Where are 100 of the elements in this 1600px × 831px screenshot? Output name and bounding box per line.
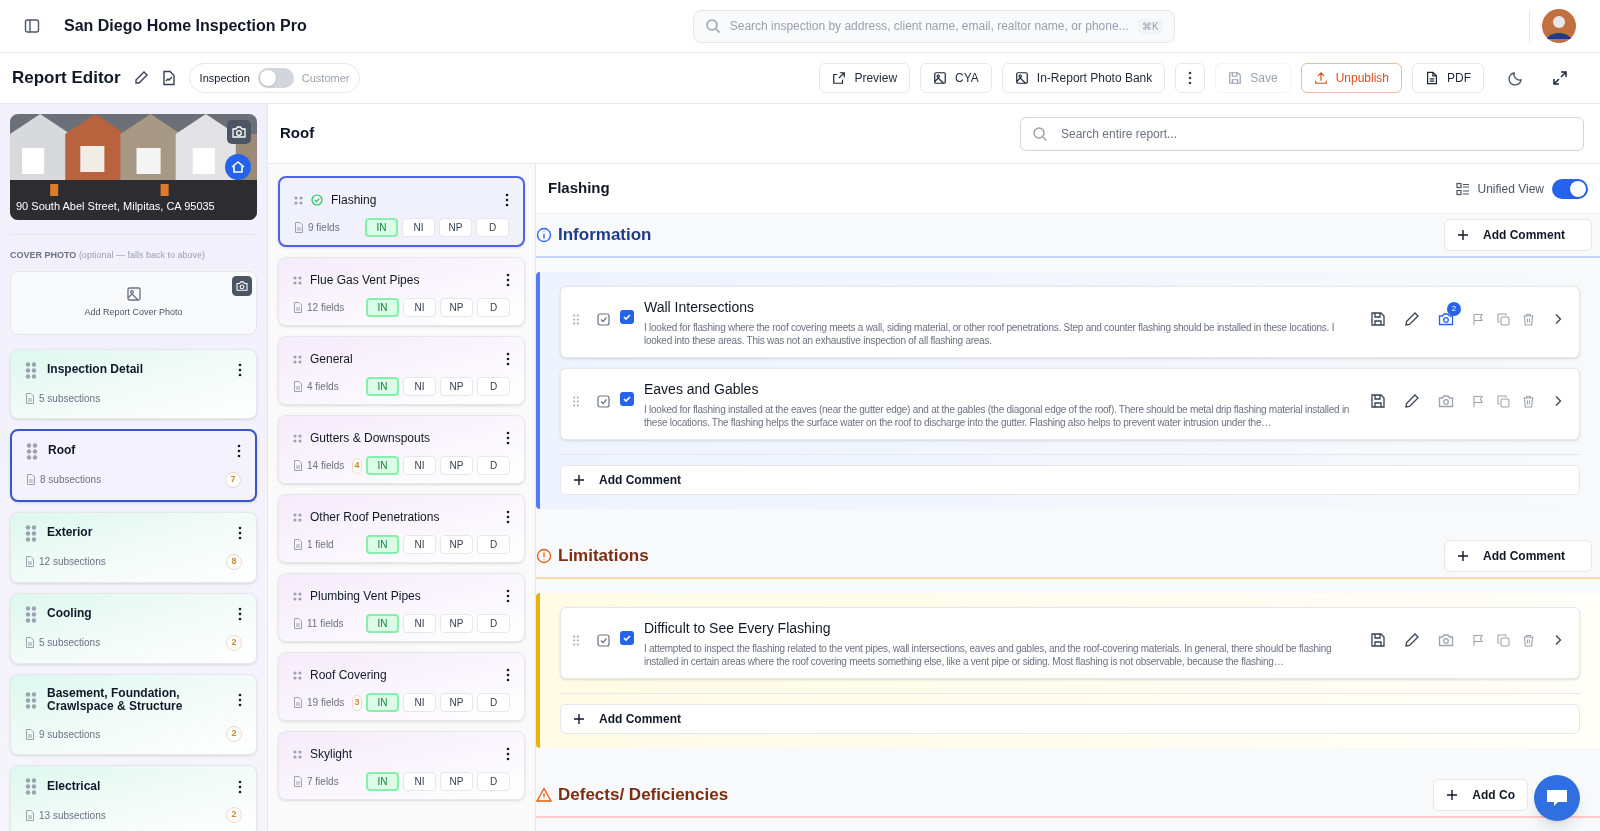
checklist-icon[interactable] bbox=[597, 634, 610, 647]
subsection-card[interactable]: General 4 fields IN NI NP D bbox=[278, 336, 525, 405]
more-icon[interactable] bbox=[506, 431, 510, 445]
more-icon[interactable] bbox=[506, 352, 510, 366]
add-comment-button[interactable]: Add Comment bbox=[560, 465, 1580, 495]
drag-handle-icon[interactable] bbox=[293, 591, 302, 601]
rating-button[interactable]: D bbox=[477, 772, 510, 791]
rating-button[interactable]: NI bbox=[403, 693, 436, 712]
checkbox[interactable] bbox=[620, 392, 634, 406]
drag-handle-icon[interactable] bbox=[25, 605, 37, 623]
drag-handle-icon[interactable] bbox=[25, 778, 37, 796]
drag-handle-icon[interactable] bbox=[25, 524, 37, 542]
preview-button[interactable]: Preview bbox=[819, 63, 911, 93]
section-card[interactable]: Exterior 12 subsections 8 bbox=[10, 511, 257, 583]
section-card[interactable]: Basement, Foundation, Crawlspace & Structure 9 subsections 2 bbox=[10, 673, 257, 756]
unpublish-button[interactable]: Unpublish bbox=[1300, 63, 1402, 93]
pencil-icon[interactable] bbox=[1404, 393, 1420, 409]
section-card[interactable]: Roof 8 subsections 7 bbox=[10, 428, 257, 502]
drag-handle-icon[interactable] bbox=[573, 396, 579, 407]
rating-button[interactable]: NI bbox=[403, 456, 436, 475]
rating-button[interactable]: IN bbox=[366, 377, 399, 396]
rating-button[interactable]: NP bbox=[440, 772, 473, 791]
rating-button[interactable]: IN bbox=[366, 456, 399, 475]
photo-button[interactable]: CYA bbox=[920, 63, 992, 93]
rating-button[interactable]: D bbox=[477, 535, 510, 554]
camera-icon[interactable] bbox=[232, 275, 252, 296]
subsection-card[interactable]: Roof Covering 19 fields 3 IN NI NP D bbox=[278, 652, 525, 721]
rating-button[interactable]: NP bbox=[440, 614, 473, 633]
section-card[interactable]: Electrical 13 subsections 2 bbox=[10, 765, 257, 831]
more-icon[interactable] bbox=[238, 693, 242, 708]
home-badge-icon[interactable] bbox=[225, 154, 251, 180]
more-icon[interactable] bbox=[238, 363, 242, 377]
rating-button[interactable]: NI bbox=[403, 298, 436, 317]
drag-handle-icon[interactable] bbox=[25, 361, 37, 379]
subsection-card[interactable]: Gutters & Downspouts 14 fields 4 IN NI NP D bbox=[278, 415, 525, 484]
save-icon[interactable] bbox=[1370, 311, 1386, 327]
checklist-icon[interactable] bbox=[597, 395, 610, 408]
rating-button[interactable]: D bbox=[476, 218, 509, 237]
chevron-right-icon[interactable] bbox=[1553, 395, 1563, 407]
more-icon[interactable] bbox=[238, 779, 242, 794]
section-card[interactable]: Cooling 5 subsections 2 bbox=[10, 592, 257, 664]
rating-button[interactable]: NP bbox=[440, 298, 473, 317]
drag-handle-icon[interactable] bbox=[293, 354, 302, 364]
file-signature-icon[interactable] bbox=[160, 70, 177, 86]
rating-button[interactable]: D bbox=[477, 693, 510, 712]
rating-button[interactable]: NI bbox=[403, 772, 436, 791]
chevron-right-icon[interactable] bbox=[1553, 634, 1563, 646]
rating-button[interactable]: NP bbox=[440, 693, 473, 712]
rating-button[interactable]: D bbox=[477, 377, 510, 396]
rating-button[interactable]: NP bbox=[440, 456, 473, 475]
rating-button[interactable]: IN bbox=[366, 772, 399, 791]
checkbox[interactable] bbox=[620, 310, 634, 324]
drag-handle-icon[interactable] bbox=[293, 670, 302, 680]
more-icon[interactable] bbox=[506, 273, 510, 287]
rating-button[interactable]: D bbox=[477, 298, 510, 317]
more-icon[interactable] bbox=[237, 444, 241, 458]
rating-button[interactable]: NI bbox=[403, 614, 436, 633]
rating-button[interactable]: IN bbox=[366, 614, 399, 633]
chevron-right-icon[interactable] bbox=[1553, 313, 1563, 325]
expand-icon[interactable] bbox=[1552, 70, 1568, 86]
drag-handle-icon[interactable] bbox=[294, 195, 303, 205]
more-icon[interactable] bbox=[506, 589, 510, 603]
pencil-icon[interactable] bbox=[132, 70, 149, 86]
add-comment-button[interactable]: Add Comment bbox=[1444, 219, 1592, 251]
rating-button[interactable]: NP bbox=[440, 535, 473, 554]
drag-handle-icon[interactable] bbox=[293, 275, 302, 285]
drag-handle-icon[interactable] bbox=[293, 749, 302, 759]
subsection-card[interactable]: Flashing 9 fields IN NI NP D bbox=[278, 176, 525, 247]
rating-button[interactable]: NI bbox=[403, 535, 436, 554]
subsection-card[interactable]: Plumbing Vent Pipes 11 fields IN NI NP D bbox=[278, 573, 525, 642]
pencil-icon[interactable] bbox=[1404, 311, 1420, 327]
more-icon[interactable] bbox=[506, 510, 510, 524]
rating-button[interactable]: D bbox=[477, 456, 510, 475]
more-icon[interactable] bbox=[505, 193, 509, 207]
drag-handle-icon[interactable] bbox=[26, 442, 38, 460]
save-icon[interactable] bbox=[1370, 393, 1386, 409]
mode-switch[interactable] bbox=[257, 68, 294, 88]
checkbox[interactable] bbox=[620, 631, 634, 645]
save-icon[interactable] bbox=[1370, 632, 1386, 648]
add-comment-button[interactable]: Add Comment bbox=[560, 704, 1580, 734]
rating-button[interactable]: NP bbox=[439, 218, 472, 237]
rating-button[interactable]: D bbox=[477, 614, 510, 633]
more-icon[interactable] bbox=[506, 747, 510, 761]
rating-button[interactable]: NI bbox=[402, 218, 435, 237]
more-icon[interactable] bbox=[506, 668, 510, 682]
add-comment-button[interactable]: Add Comment bbox=[1444, 540, 1592, 572]
rating-button[interactable]: NI bbox=[403, 377, 436, 396]
pdf-button[interactable]: PDF bbox=[1412, 63, 1484, 93]
section-card[interactable]: Inspection Detail 5 subsections bbox=[10, 348, 257, 419]
checklist-icon[interactable] bbox=[597, 313, 610, 326]
more-icon[interactable] bbox=[238, 607, 242, 621]
more-icon[interactable] bbox=[238, 526, 242, 540]
drag-handle-icon[interactable] bbox=[573, 314, 579, 325]
rating-button[interactable]: IN bbox=[366, 298, 399, 317]
subsection-card[interactable]: Flue Gas Vent Pipes 12 fields IN NI NP D bbox=[278, 257, 525, 326]
camera-icon[interactable] bbox=[1438, 311, 1454, 327]
moon-icon[interactable] bbox=[1508, 70, 1524, 86]
pencil-icon[interactable] bbox=[1404, 632, 1420, 648]
add-cover-photo-button[interactable]: Add Report Cover Photo bbox=[10, 270, 257, 335]
subsection-card[interactable]: Skylight 7 fields IN NI NP D bbox=[278, 731, 525, 800]
